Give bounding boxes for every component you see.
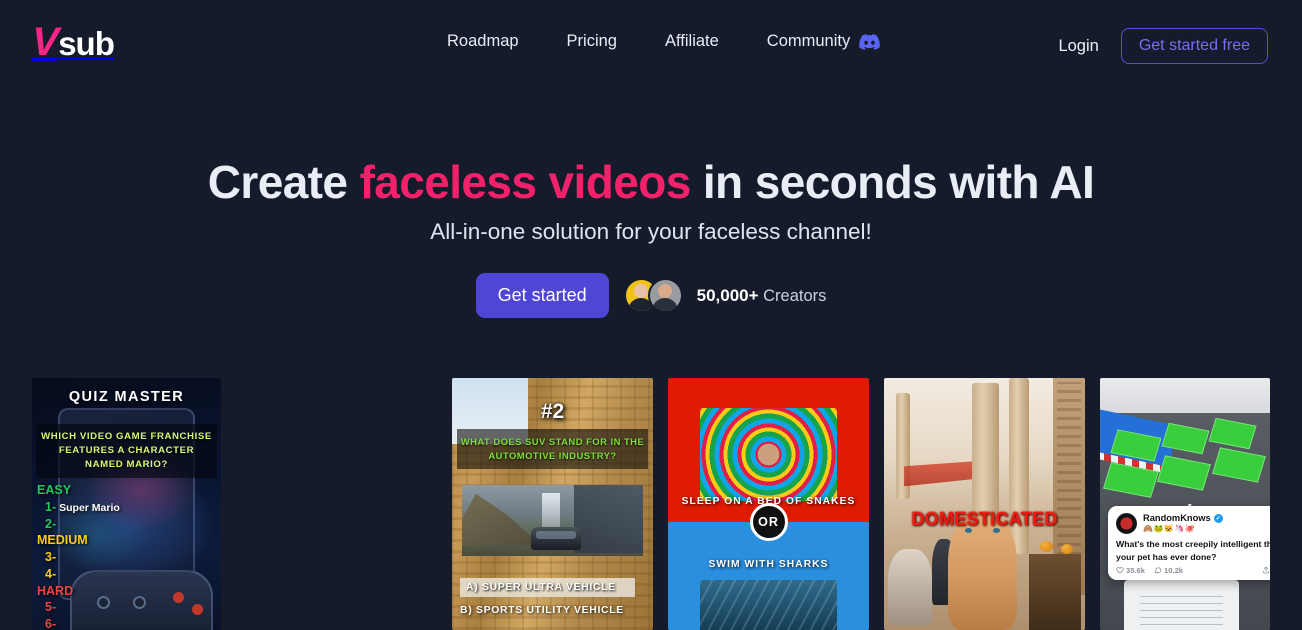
wyr-option-bottom: SWIM WITH SHARKS (708, 559, 829, 571)
mountain-left (462, 493, 542, 546)
quiz-option-3: 3- (45, 550, 57, 564)
quiz-option-1: 1- Super Mario (45, 499, 120, 514)
avatar-head (658, 284, 673, 298)
suv-question: WHAT DOES SUV STAND FOR IN THE AUTOMOTIV… (457, 429, 648, 470)
creator-avatars (623, 278, 683, 313)
header-actions: Login Get started free (1058, 28, 1268, 64)
suv-vehicle (530, 527, 582, 550)
fruit (1039, 540, 1053, 552)
primary-nav: Roadmap Pricing Affiliate Community (447, 32, 881, 51)
quiz-option-4: 4- (45, 566, 57, 581)
snakes-photo (700, 408, 837, 502)
sharks-photo (700, 579, 837, 630)
social-post-text-line1: What's the most creepily intelligent thi… (1116, 539, 1270, 549)
nav-item-affiliate[interactable]: Affiliate (641, 32, 743, 51)
quiz-option-5: 5- (45, 600, 57, 615)
avatar-head (634, 284, 649, 298)
quiz-option-2: 2- (45, 516, 57, 531)
egypt-street-background (884, 378, 1085, 630)
gameplay-background (1100, 378, 1270, 630)
awning (904, 461, 977, 487)
video-card-reddit-story[interactable]: RandomKnows ✓ 🙈🐸🐱🦄🐙 What's the most cree… (1100, 378, 1270, 630)
market-table (1028, 554, 1081, 630)
video-card-quiz-master[interactable]: QUIZ MASTER WHICH VIDEO GAME FRANCHISE F… (32, 378, 221, 630)
social-post-username-row: RandomKnows ✓ (1143, 513, 1223, 523)
suv-answer-a: A) SUPER ULTRA VEHICLE (460, 578, 635, 597)
hero-cta-row: Get started 50,000+ Creators (0, 273, 1302, 318)
social-proof-count: 50,000+ (696, 285, 759, 305)
avatar (647, 278, 683, 313)
share-icon (1263, 566, 1270, 574)
social-post-header: RandomKnows ✓ 🙈🐸🐱🦄🐙 (1116, 513, 1270, 534)
hero-title-part2: in seconds with AI (690, 156, 1095, 208)
quiz-level-medium: MEDIUM (37, 533, 88, 548)
quiz-question: WHICH VIDEO GAME FRANCHISE FEATURES A CH… (36, 424, 217, 478)
hero-title-part1: Create (207, 156, 360, 208)
quiz-title: QUIZ MASTER (68, 389, 185, 405)
social-post-text-line2: your pet has ever done? (1116, 551, 1217, 562)
quiz-level-easy: EASY (37, 483, 72, 497)
comment-icon (1154, 567, 1162, 574)
landing-page: V sub Roadmap Pricing Affiliate Communit… (0, 0, 1302, 630)
page-title: Create faceless videos in seconds with A… (0, 157, 1302, 208)
login-link[interactable]: Login (1058, 37, 1098, 56)
social-proof: 50,000+ Creators (697, 286, 827, 306)
comment-stat: 10.2k (1154, 566, 1183, 575)
social-proof-label: Creators (763, 286, 827, 305)
card-number: #2 (540, 400, 565, 423)
nav-item-community-label: Community (766, 32, 851, 50)
logo-wordmark: sub (58, 25, 115, 62)
building-right (574, 485, 643, 553)
or-badge: OR (749, 502, 788, 541)
avatar-body (652, 298, 679, 311)
hero-title-highlight: faceless videos (359, 156, 692, 208)
nav-item-community[interactable]: Community (743, 32, 881, 51)
suv-answer-b: B) SPORTS UTILITY VEHICLE (460, 605, 624, 616)
heart-icon (1116, 567, 1124, 574)
caption-domesticated: DOMESTICATED (911, 509, 1058, 530)
quiz-level-hard: HARD (37, 583, 74, 598)
get-started-button[interactable]: Get started (475, 273, 609, 318)
social-post-username: RandomKnows (1143, 513, 1211, 523)
logo-mark: V (31, 20, 59, 64)
suv-photo (462, 485, 643, 556)
quiz-option-6: 6- (45, 617, 57, 630)
discord-icon (859, 33, 881, 50)
nav-item-roadmap[interactable]: Roadmap (447, 32, 543, 51)
avatar (1116, 513, 1137, 534)
social-post-card: RandomKnows ✓ 🙈🐸🐱🦄🐙 What's the most cree… (1108, 506, 1270, 580)
white-structure (1123, 579, 1240, 630)
video-card-suv-quiz[interactable]: #2 WHAT DOES SUV STAND FOR IN THE AUTOMO… (452, 378, 653, 630)
like-stat: 35.6k (1116, 566, 1145, 575)
video-card-domesticated[interactable]: DOMESTICATED (884, 378, 1085, 630)
video-card-would-you-rather[interactable]: SLEEP ON A BED OF SNAKES OR SWIM WITH SH… (668, 378, 869, 630)
background-cat (888, 549, 933, 625)
site-header: V sub Roadmap Pricing Affiliate Communit… (0, 0, 1302, 88)
social-post-stats: 35.6k 10.2k Sh (1116, 566, 1270, 575)
quiz-answer-list: EASY 1- Super Mario 2- MEDIUM 3- 4- HARD … (37, 482, 132, 630)
nav-item-pricing[interactable]: Pricing (543, 32, 641, 51)
hero-subtitle: All-in-one solution for your faceless ch… (430, 219, 872, 244)
verified-badge-icon: ✓ (1213, 513, 1223, 523)
logo-vsub[interactable]: V sub (31, 20, 115, 64)
share-stat: Sh (1262, 566, 1270, 575)
video-showcase: QUIZ MASTER WHICH VIDEO GAME FRANCHISE F… (0, 378, 1302, 630)
social-post-emojis: 🙈🐸🐱🦄🐙 (1143, 524, 1196, 533)
get-started-free-button[interactable]: Get started free (1120, 28, 1268, 64)
